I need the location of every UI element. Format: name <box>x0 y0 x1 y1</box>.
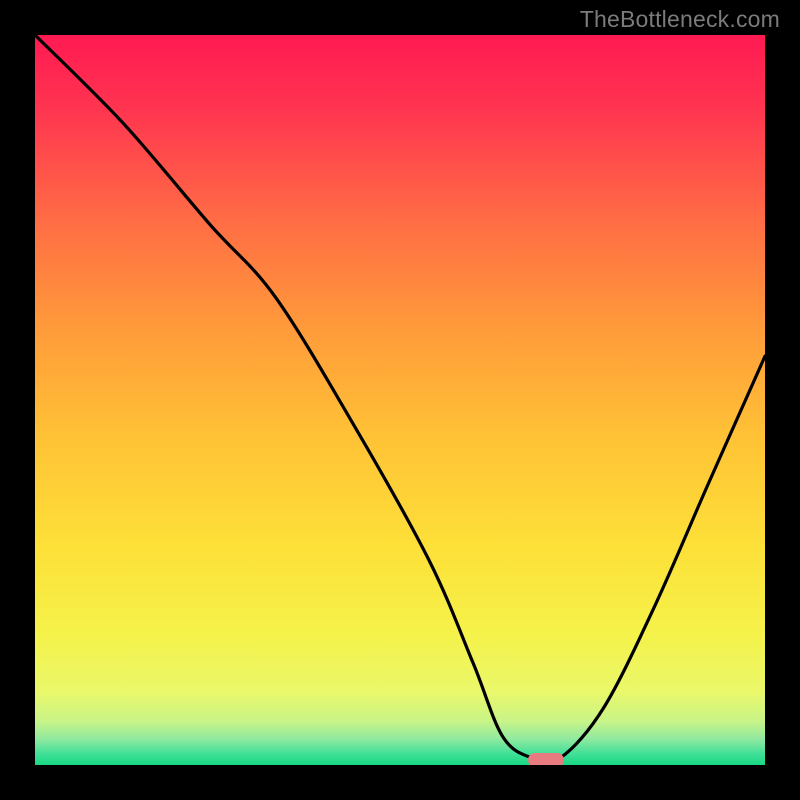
plot-area <box>35 35 765 765</box>
watermark-text: TheBottleneck.com <box>580 6 780 33</box>
chart-frame: TheBottleneck.com <box>0 0 800 800</box>
optimal-marker <box>528 753 564 765</box>
background-gradient <box>35 35 765 765</box>
